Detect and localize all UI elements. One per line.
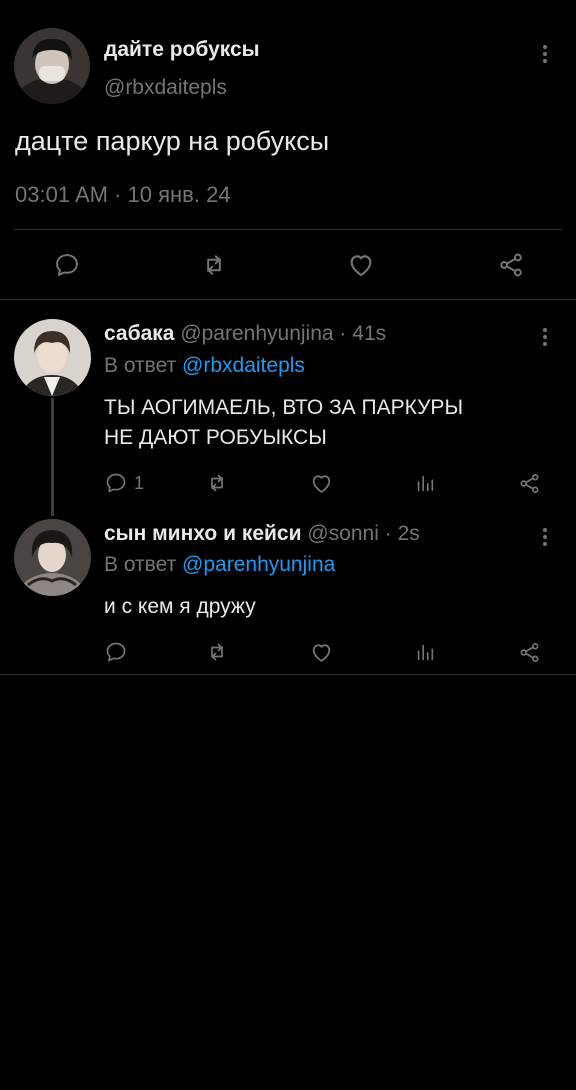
reply-1-reply-count: 1 [134, 472, 145, 493]
reply-2-avatar[interactable] [14, 519, 91, 596]
comment-icon [106, 642, 126, 662]
reply-2-author-handle[interactable]: @sonni [307, 522, 379, 545]
reply-1-reply-to-link[interactable]: @rbxdaitepls [182, 354, 305, 377]
tweet-date: 10 янв. 24 [127, 182, 231, 207]
main-tweet-divider [14, 229, 562, 230]
comment-icon [106, 473, 126, 493]
like-icon [312, 644, 331, 662]
meta-separator: · [114, 182, 122, 207]
reply-2-more-icon[interactable] [537, 525, 553, 549]
reply-1-reply-prefix: В ответ [104, 354, 177, 377]
analytics-icon [417, 644, 434, 661]
retweet-icon [207, 255, 221, 275]
reply-2-analytics-button[interactable] [414, 641, 436, 663]
bottom-divider [0, 674, 576, 675]
reply-2-text-line-1: и с кем я дружу [104, 595, 256, 618]
main-tweet-author-name[interactable]: дайте робуксы [104, 38, 260, 62]
reply-1-analytics-button[interactable] [414, 472, 436, 494]
reply-1-like-button[interactable] [309, 471, 334, 496]
thread-connector-line [51, 398, 54, 516]
main-tweet-more-icon[interactable] [537, 42, 553, 66]
reply-1-time: 41s [352, 322, 387, 345]
reply-2-time: 2s [397, 522, 420, 545]
main-tweet-author-handle[interactable]: @rbxdaitepls [104, 76, 227, 100]
reply-2-author-name[interactable]: сын минхо и кейси [104, 522, 302, 545]
reply-1-reply-context: В ответ @rbxdaitepls [104, 354, 305, 378]
reply-1-author-name[interactable]: сабака [104, 322, 174, 345]
main-like-button[interactable] [346, 250, 376, 280]
reply-2-text: и с кем я дружу [104, 592, 544, 622]
reply-1-reply-button[interactable]: 1 [104, 471, 144, 495]
reply-1-text: ТЫ АОГИМАЕЛЬ, ВТО ЗА ПАРКУРЫ НЕ ДАЮТ РОБ… [104, 393, 544, 453]
reply-2-retweet-button[interactable] [205, 640, 229, 664]
share-icon [520, 643, 539, 662]
retweet-icon [211, 643, 223, 661]
main-tweet-timestamp: 03:01 AM · 10 янв. 24 [15, 182, 231, 208]
share-icon [500, 253, 522, 277]
reply-1-text-line-2: НЕ ДАЮТ РОБУЫКСЫ [104, 426, 327, 449]
reply-2-like-button[interactable] [309, 640, 334, 665]
main-retweet-button[interactable] [200, 251, 228, 279]
comment-icon [56, 254, 78, 276]
reply-1-more-icon[interactable] [537, 325, 553, 349]
share-icon [520, 474, 539, 493]
reply-2-reply-context: В ответ @parenhyunjina [104, 553, 335, 577]
reply-1-retweet-button[interactable] [205, 471, 229, 495]
reply-1-avatar[interactable] [14, 319, 91, 396]
retweet-icon [211, 474, 223, 492]
like-icon [350, 255, 372, 277]
reply-1-author-handle[interactable]: @parenhyunjina [180, 322, 333, 345]
like-icon [312, 475, 331, 493]
reply-2-reply-button[interactable] [104, 640, 128, 664]
reply-2-separator: · [384, 522, 392, 545]
tweet-time: 03:01 AM [15, 182, 108, 207]
main-share-button[interactable] [496, 250, 526, 280]
main-tweet-avatar[interactable] [14, 28, 90, 104]
reply-1-text-line-1: ТЫ АОГИМАЕЛЬ, ВТО ЗА ПАРКУРЫ [104, 396, 464, 419]
section-divider [0, 299, 576, 300]
reply-2-reply-to-link[interactable]: @parenhyunjina [182, 553, 335, 576]
reply-2-reply-prefix: В ответ [104, 553, 177, 576]
reply-2-header: сын минхо и кейси @sonni · 2s [104, 522, 420, 546]
analytics-icon [417, 475, 434, 492]
main-tweet-text: дацте паркур на робуксы [15, 126, 330, 156]
reply-1-header: сабака @parenhyunjina · 41s [104, 322, 386, 346]
reply-1-separator: · [339, 322, 347, 345]
reply-2-share-button[interactable] [517, 640, 542, 665]
reply-1-share-button[interactable] [517, 471, 542, 496]
main-reply-button[interactable] [53, 251, 81, 279]
